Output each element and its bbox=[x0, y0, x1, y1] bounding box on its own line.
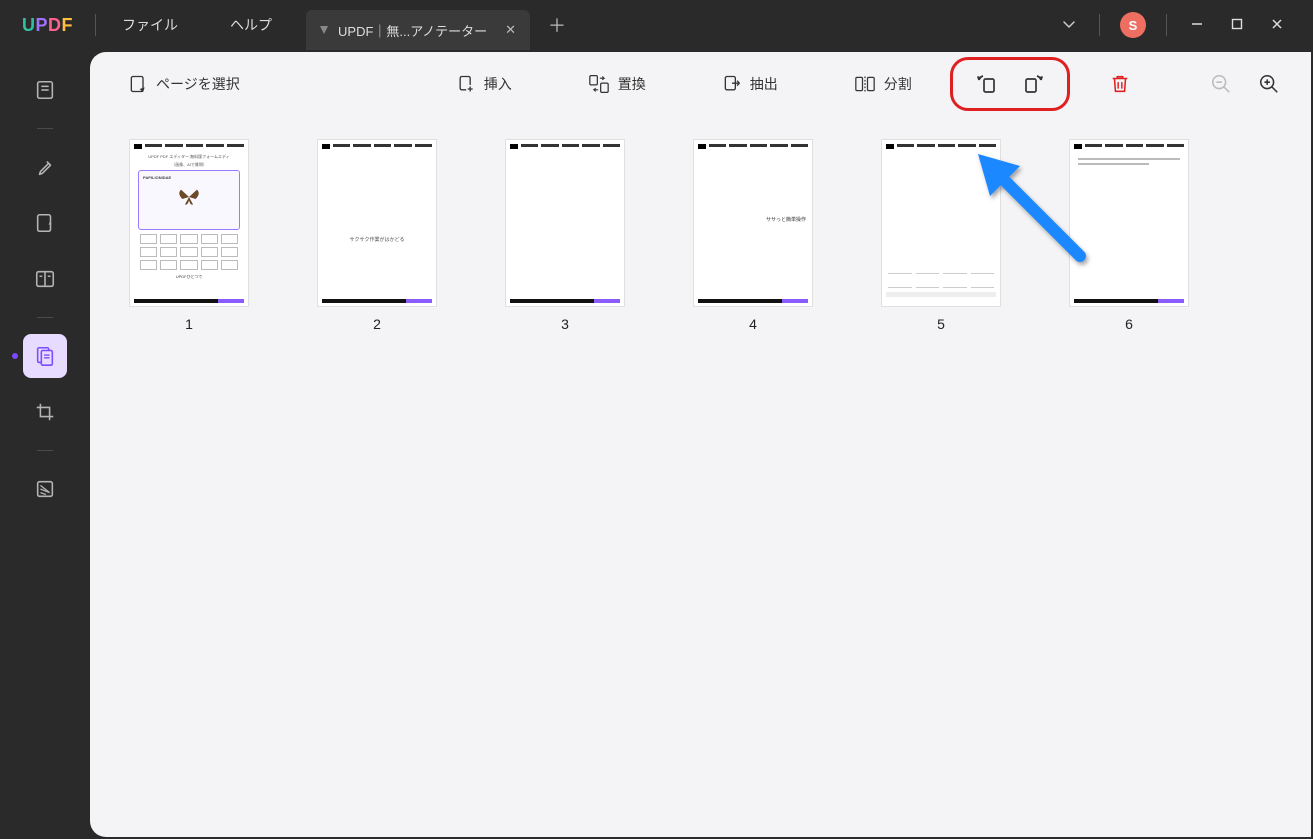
rail-crop-icon[interactable] bbox=[23, 390, 67, 434]
menu-file[interactable]: ファイル bbox=[96, 15, 204, 35]
avatar[interactable]: S bbox=[1120, 12, 1146, 38]
menu-help[interactable]: ヘルプ bbox=[204, 15, 298, 35]
page-thumbnail[interactable]: 6 bbox=[1070, 140, 1188, 332]
organize-toolbar: ページを選択 挿入 置換 抽出 分割 bbox=[90, 52, 1311, 116]
tab-dropdown-icon[interactable] bbox=[320, 26, 328, 34]
page-thumbnail[interactable]: サクサク作業がはかどる 2 bbox=[318, 140, 436, 332]
extract-label: 抽出 bbox=[750, 74, 778, 94]
page-preview bbox=[882, 140, 1000, 306]
rotate-group-highlight bbox=[950, 57, 1070, 111]
page-number: 2 bbox=[373, 316, 381, 332]
rail-edit-icon[interactable] bbox=[23, 201, 67, 245]
toolbar-right bbox=[1207, 70, 1283, 98]
divider bbox=[1166, 14, 1167, 36]
page-number: 1 bbox=[185, 316, 193, 332]
page-number: 4 bbox=[749, 316, 757, 332]
insert-button[interactable]: 挿入 bbox=[446, 68, 522, 100]
title-right: S bbox=[1059, 12, 1313, 38]
main-panel: ページを選択 挿入 置換 抽出 分割 bbox=[90, 52, 1311, 837]
page-number: 6 bbox=[1125, 316, 1133, 332]
tab-title: UPDF｜無...アノテーター bbox=[338, 21, 487, 40]
chevron-down-icon[interactable] bbox=[1059, 16, 1079, 35]
select-pages-label: ページを選択 bbox=[156, 74, 240, 94]
page-preview: サクサク作業がはかどる bbox=[318, 140, 436, 306]
split-label: 分割 bbox=[884, 74, 912, 94]
tab-area: UPDF｜無...アノテーター ✕ ＋ bbox=[306, 0, 566, 50]
rotate-left-button[interactable] bbox=[973, 70, 1001, 98]
rail-reader-icon[interactable] bbox=[23, 68, 67, 112]
extract-button[interactable]: 抽出 bbox=[712, 68, 788, 100]
page-preview: ササっと簡単操作 bbox=[694, 140, 812, 306]
titlebar: UPDF ファイル ヘルプ UPDF｜無...アノテーター ✕ ＋ S bbox=[0, 0, 1313, 50]
replace-button[interactable]: 置換 bbox=[578, 68, 656, 100]
thumbnail-grid: UPDF PDF エディター 無料版フォームエディ （画像、AIで質問） UPD… bbox=[90, 116, 1311, 356]
replace-label: 置換 bbox=[618, 74, 646, 94]
rail-annotate-icon[interactable] bbox=[23, 145, 67, 189]
delete-button[interactable] bbox=[1106, 70, 1134, 98]
split-button[interactable]: 分割 bbox=[844, 68, 922, 100]
tab-active[interactable]: UPDF｜無...アノテーター ✕ bbox=[306, 10, 530, 50]
left-rail bbox=[0, 50, 90, 839]
page-number: 3 bbox=[561, 316, 569, 332]
rail-form-icon[interactable] bbox=[23, 257, 67, 301]
page-thumbnail[interactable]: ササっと簡単操作 4 bbox=[694, 140, 812, 332]
page-thumbnail[interactable]: 5 bbox=[882, 140, 1000, 332]
page-thumbnail[interactable]: 3 bbox=[506, 140, 624, 332]
page-thumbnail[interactable]: UPDF PDF エディター 無料版フォームエディ （画像、AIで質問） UPD… bbox=[130, 140, 248, 332]
insert-label: 挿入 bbox=[484, 74, 512, 94]
tab-add-button[interactable]: ＋ bbox=[548, 12, 566, 38]
app-body: ページを選択 挿入 置換 抽出 分割 bbox=[0, 50, 1313, 839]
zoom-in-button[interactable] bbox=[1255, 70, 1283, 98]
zoom-out-button[interactable] bbox=[1207, 70, 1235, 98]
divider bbox=[1099, 14, 1100, 36]
rail-active-indicator bbox=[12, 353, 18, 359]
rail-organize-icon[interactable] bbox=[23, 334, 67, 378]
app-logo: UPDF bbox=[0, 15, 95, 36]
rotate-right-button[interactable] bbox=[1019, 70, 1047, 98]
page-preview bbox=[1070, 140, 1188, 306]
page-preview bbox=[506, 140, 624, 306]
maximize-button[interactable] bbox=[1227, 17, 1247, 34]
tab-close-icon[interactable]: ✕ bbox=[505, 22, 516, 38]
page-number: 5 bbox=[937, 316, 945, 332]
rail-redact-icon[interactable] bbox=[23, 467, 67, 511]
page-preview: UPDF PDF エディター 無料版フォームエディ （画像、AIで質問） UPD… bbox=[130, 140, 248, 306]
close-button[interactable] bbox=[1267, 17, 1287, 34]
select-pages-button[interactable]: ページを選択 bbox=[118, 68, 250, 100]
minimize-button[interactable] bbox=[1187, 17, 1207, 34]
